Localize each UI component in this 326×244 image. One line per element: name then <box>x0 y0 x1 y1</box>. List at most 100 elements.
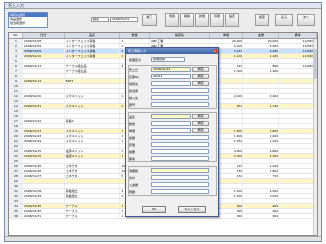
table-cell[interactable]: メカユニット <box>65 94 121 98</box>
table-cell[interactable]: 11/08/01 <box>279 49 317 53</box>
table-cell[interactable] <box>23 99 65 103</box>
table-cell[interactable]: 基板組立 <box>65 189 121 193</box>
table-cell[interactable]: 28 <box>9 174 23 178</box>
table-cell[interactable] <box>279 134 317 138</box>
table-cell[interactable] <box>243 144 280 148</box>
table-cell[interactable] <box>243 99 280 103</box>
mode-field[interactable]: 新規登録 <box>151 57 185 62</box>
table-cell[interactable]: 4,500 <box>243 189 280 193</box>
table-cell[interactable] <box>243 124 280 128</box>
table-cell[interactable]: 17 <box>9 119 23 123</box>
prev-button[interactable]: 戻る <box>275 14 293 26</box>
field-input[interactable] <box>151 149 209 154</box>
table-cell[interactable] <box>65 59 121 63</box>
table-cell[interactable] <box>279 109 317 113</box>
table-cell[interactable] <box>23 74 65 78</box>
table-cell[interactable] <box>279 189 317 193</box>
table-cell[interactable]: 10 <box>9 84 23 88</box>
table-cell[interactable] <box>243 109 280 113</box>
field-input[interactable] <box>151 95 209 100</box>
table-cell[interactable]: 基板組立 <box>65 194 121 198</box>
table-cell[interactable] <box>65 124 121 128</box>
column-header[interactable]: No <box>9 33 23 38</box>
settings-button[interactable]: 設定 <box>225 13 239 27</box>
field-input[interactable] <box>151 175 209 180</box>
table-cell[interactable]: 1,740 <box>243 104 280 108</box>
table-cell[interactable]: 32 <box>9 194 23 198</box>
table-cell[interactable] <box>279 174 317 178</box>
table-cell[interactable] <box>279 164 317 168</box>
table-cell[interactable]: 7 <box>9 69 23 73</box>
filter-list[interactable]: 得意先選択 商品選択 担当者選択 <box>8 12 48 28</box>
table-cell[interactable] <box>279 209 317 213</box>
field-input[interactable] <box>151 121 191 126</box>
table-cell[interactable]: 16 <box>9 114 23 118</box>
table-cell[interactable] <box>65 159 121 163</box>
search-button[interactable]: 検索 <box>255 14 269 26</box>
table-cell[interactable]: 2008/01/09 <box>23 49 65 53</box>
table-cell[interactable]: コネクタ <box>65 169 121 173</box>
table-cell[interactable] <box>279 124 317 128</box>
table-cell[interactable]: 19 <box>9 129 23 133</box>
table-cell[interactable]: 1,600 <box>243 134 280 138</box>
table-cell[interactable] <box>65 184 121 188</box>
field-input[interactable] <box>151 102 209 107</box>
table-cell[interactable] <box>23 114 65 118</box>
table-cell[interactable]: コネクタ <box>65 174 121 178</box>
table-cell[interactable] <box>65 109 121 113</box>
field-input[interactable]: 2008/01/14 <box>151 67 191 72</box>
table-cell[interactable] <box>279 154 317 158</box>
table-cell[interactable] <box>279 204 317 208</box>
table-cell[interactable]: 25 <box>9 159 23 163</box>
table-cell[interactable] <box>23 179 65 183</box>
table-cell[interactable] <box>243 114 280 118</box>
table-cell[interactable]: 900 <box>243 204 280 208</box>
field-input[interactable] <box>151 135 209 140</box>
table-cell[interactable]: 2008/01/09 <box>23 44 65 48</box>
table-cell[interactable] <box>243 74 280 78</box>
table-cell[interactable]: 2008/01/23 <box>23 134 65 138</box>
filter-item[interactable]: 担当者選択 <box>9 21 47 25</box>
table-cell[interactable]: 23 <box>9 149 23 153</box>
table-cell[interactable] <box>243 89 280 93</box>
table-cell[interactable]: 2008/01/21 <box>23 104 65 108</box>
field-input[interactable] <box>151 156 209 161</box>
table-cell[interactable]: 1,300 <box>243 69 280 73</box>
table-cell[interactable]: 24 <box>9 154 23 158</box>
table-cell[interactable] <box>279 159 317 163</box>
field-input[interactable] <box>151 81 191 86</box>
table-cell[interactable] <box>243 179 280 183</box>
table-cell[interactable]: 26 <box>9 164 23 168</box>
table-cell[interactable] <box>279 99 317 103</box>
table-cell[interactable]: 3 <box>9 49 23 53</box>
table-cell[interactable]: 2008/01/29 <box>23 194 65 198</box>
table-cell[interactable]: 2008/01/30 <box>23 204 65 208</box>
table-cell[interactable]: 2008/01/24 <box>23 139 65 143</box>
lookup-button[interactable]: 参照 <box>192 121 209 126</box>
table-cell[interactable] <box>65 89 121 93</box>
table-cell[interactable]: 35 <box>9 209 23 213</box>
table-cell[interactable]: 33 <box>9 199 23 203</box>
table-cell[interactable]: 2008/01/30 <box>23 209 65 213</box>
table-cell[interactable] <box>279 104 317 108</box>
table-cell[interactable]: メカユニット <box>65 139 121 143</box>
column-header[interactable]: 数量 <box>120 33 151 38</box>
table-cell[interactable]: インターフェイス基板 <box>65 39 121 43</box>
lookup-button[interactable]: 参照 <box>192 67 209 72</box>
table-cell[interactable]: 36 <box>9 214 23 218</box>
table-cell[interactable]: 11/08/01 <box>279 44 317 48</box>
table-cell[interactable]: 4,800 <box>243 149 280 153</box>
table-cell[interactable]: インターフェイス基板 <box>65 54 121 58</box>
table-cell[interactable] <box>279 59 317 63</box>
table-cell[interactable]: 900 <box>243 214 280 218</box>
ok-button[interactable]: OK <box>142 206 166 213</box>
table-cell[interactable] <box>279 139 317 143</box>
table-cell[interactable]: 2008/01/26 <box>23 164 65 168</box>
table-cell[interactable] <box>279 89 317 93</box>
table-cell[interactable] <box>279 84 317 88</box>
lookup-button[interactable]: 参照 <box>192 74 209 79</box>
table-cell[interactable]: インターフェイス基板 <box>65 44 121 48</box>
table-cell[interactable]: メカユニット <box>65 104 121 108</box>
table-cell[interactable]: 1,800 <box>243 129 280 133</box>
table-cell[interactable] <box>23 159 65 163</box>
